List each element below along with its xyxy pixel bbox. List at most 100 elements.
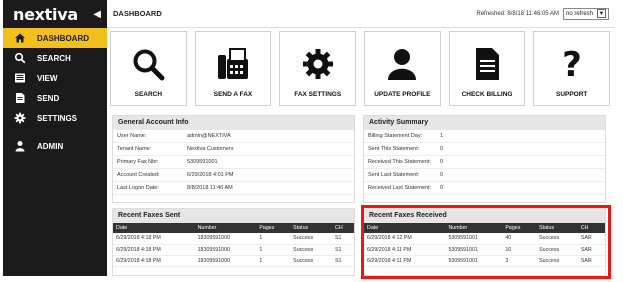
summary-label: Billing Statement Day: (368, 133, 423, 139)
tile-label: FAX SETTINGS (294, 91, 342, 98)
document-icon (476, 48, 500, 80)
info-row: Primary Fax Nbr: 5309591001 (113, 156, 354, 169)
refresh-interval-select[interactable]: no refresh ▼ (562, 7, 609, 20)
user-icon (13, 140, 27, 152)
cell-pages: 40 (502, 233, 537, 245)
search-icon (133, 49, 165, 81)
sidebar-item-admin[interactable]: ADMIN (3, 136, 107, 156)
column-header-pages[interactable]: Pages (256, 223, 290, 233)
page-title: DASHBOARD (113, 9, 162, 18)
summary-value: 0 (440, 146, 444, 152)
inbox-icon (13, 72, 27, 84)
chevron-left-icon[interactable]: ◀ (93, 9, 101, 20)
panel-title: Recent Faxes Received (364, 209, 605, 223)
question-icon: ? (562, 47, 582, 81)
cell-number: 18309591000 (194, 255, 257, 267)
cell-pages: 10 (502, 244, 537, 256)
info-row: Account Created: 6/29/2018 4:01 PM (113, 169, 354, 182)
cell-date: 6/29/2018 4:18 PM (113, 233, 195, 245)
support-tile[interactable]: ? SUPPORT (533, 31, 611, 106)
cell-ch: SAR (577, 244, 605, 256)
fax-settings-tile[interactable]: FAX SETTINGS (279, 31, 357, 106)
info-value: 5309591001 (187, 159, 218, 165)
cell-number: 5309591001 (445, 233, 503, 245)
info-label: Last Logon Date: (117, 185, 159, 191)
sidebar-item-dashboard[interactable]: DASHBOARD (3, 28, 107, 48)
cell-status: Success (290, 233, 333, 245)
summary-row: Received Last Statement: 0 (364, 182, 605, 195)
summary-row: Received This Statement: 0 (364, 156, 605, 169)
search-tile[interactable]: SEARCH (110, 31, 187, 106)
info-value: 6/29/2018 4:01 PM (187, 172, 234, 178)
home-icon (13, 32, 27, 44)
column-header-pages[interactable]: Pages (502, 223, 536, 233)
panel-title: Recent Faxes Sent (113, 209, 354, 223)
column-header-ch[interactable]: CH (578, 223, 605, 233)
cell-date: 6/29/2018 4:18 PM (113, 244, 195, 256)
cell-number: 18309591000 (194, 244, 257, 256)
sidebar-item-settings[interactable]: SETTINGS (3, 108, 107, 128)
sidebar-item-label: ADMIN (37, 141, 64, 151)
tile-label: CHECK BILLING (461, 91, 513, 98)
activity-summary-panel: Activity Summary Billing Statement Day: 1… (363, 115, 606, 203)
summary-value: 0 (440, 172, 444, 178)
send-fax-tile[interactable]: SEND A FAX (194, 31, 272, 106)
recent-faxes-received-panel: Recent Faxes Received Date Number Pages … (363, 208, 606, 276)
tile-label: SUPPORT (555, 91, 588, 98)
cell-ch: SAR (577, 255, 605, 267)
table-row[interactable]: 6/29/2018 4:12 PM 5309591001 40 Success … (364, 233, 605, 245)
column-header-status[interactable]: Status (290, 223, 332, 233)
info-label: User Name: (117, 133, 147, 139)
summary-row: Sent This Statement: 0 (364, 143, 605, 156)
sidebar-item-label: SEND (37, 93, 60, 103)
sidebar-item-view[interactable]: VIEW (3, 68, 107, 88)
cell-number: 18309591000 (194, 233, 257, 245)
table-row[interactable]: 6/29/2018 4:11 PM 5309591001 3 Success S… (364, 255, 605, 267)
cell-status: Success (290, 255, 333, 267)
column-header-date[interactable]: Date (364, 223, 445, 233)
search-icon (13, 52, 27, 64)
logo-row: nextiva ◀ (3, 0, 107, 28)
faxes-sent-table: Date Number Pages Status CH 6/29/2018 4:… (113, 223, 354, 267)
info-value: 8/8/2018 11:46 AM (187, 185, 233, 191)
column-header-date[interactable]: Date (113, 223, 195, 233)
update-profile-tile[interactable]: UPDATE PROFILE (364, 31, 441, 106)
person-icon (388, 49, 417, 80)
info-label: Account Created: (117, 172, 160, 178)
table-header-row: Date Number Pages Status CH (113, 223, 354, 233)
column-header-number[interactable]: Number (445, 223, 502, 233)
column-header-ch[interactable]: CH (332, 223, 354, 233)
summary-row: Sent Last Statement: 0 (364, 169, 605, 182)
sidebar-item-label: DASHBOARD (37, 33, 89, 43)
info-label: Tenant Name: (117, 146, 152, 152)
summary-label: Received This Statement: (368, 159, 431, 165)
refresh-select-value: no refresh (565, 10, 593, 17)
summary-value: 0 (440, 185, 444, 191)
column-header-status[interactable]: Status (536, 223, 578, 233)
cell-ch: S1 (332, 233, 354, 245)
sidebar-item-search[interactable]: SEARCH (3, 48, 107, 68)
summary-label: Sent This Statement: (368, 146, 420, 152)
cell-status: Success (290, 244, 333, 256)
table-row[interactable]: 6/29/2018 4:18 PM 18309591000 1 Success … (113, 244, 354, 256)
recent-faxes-sent-panel: Recent Faxes Sent Date Number Pages Stat… (112, 208, 355, 276)
column-header-number[interactable]: Number (195, 223, 257, 233)
table-row[interactable]: 6/29/2018 4:18 PM 18309591000 1 Success … (113, 255, 354, 267)
sidebar: nextiva ◀ DASHBOARD SEARCH VIEW SEND SET… (3, 0, 107, 276)
table-row[interactable]: 6/29/2018 4:18 PM 18309591000 1 Success … (113, 233, 354, 245)
gear-icon (302, 49, 333, 79)
cell-ch: S1 (332, 244, 354, 256)
cell-pages: 1 (256, 244, 291, 256)
summary-label: Sent Last Statement: (368, 172, 420, 178)
fax-icon (218, 48, 248, 79)
cell-ch: SAR (577, 233, 605, 245)
cell-date: 6/29/2018 4:11 PM (364, 255, 446, 267)
table-row[interactable]: 6/29/2018 4:11 PM 5309591001 10 Success … (364, 244, 605, 256)
tile-label: UPDATE PROFILE (374, 91, 431, 98)
cell-ch: S1 (332, 255, 354, 267)
cell-pages: 1 (256, 255, 291, 267)
sidebar-item-send[interactable]: SEND (3, 88, 107, 108)
cell-date: 6/29/2018 4:11 PM (364, 244, 446, 256)
info-value: Nextiva Customers (187, 146, 234, 152)
check-billing-tile[interactable]: CHECK BILLING (448, 31, 526, 106)
